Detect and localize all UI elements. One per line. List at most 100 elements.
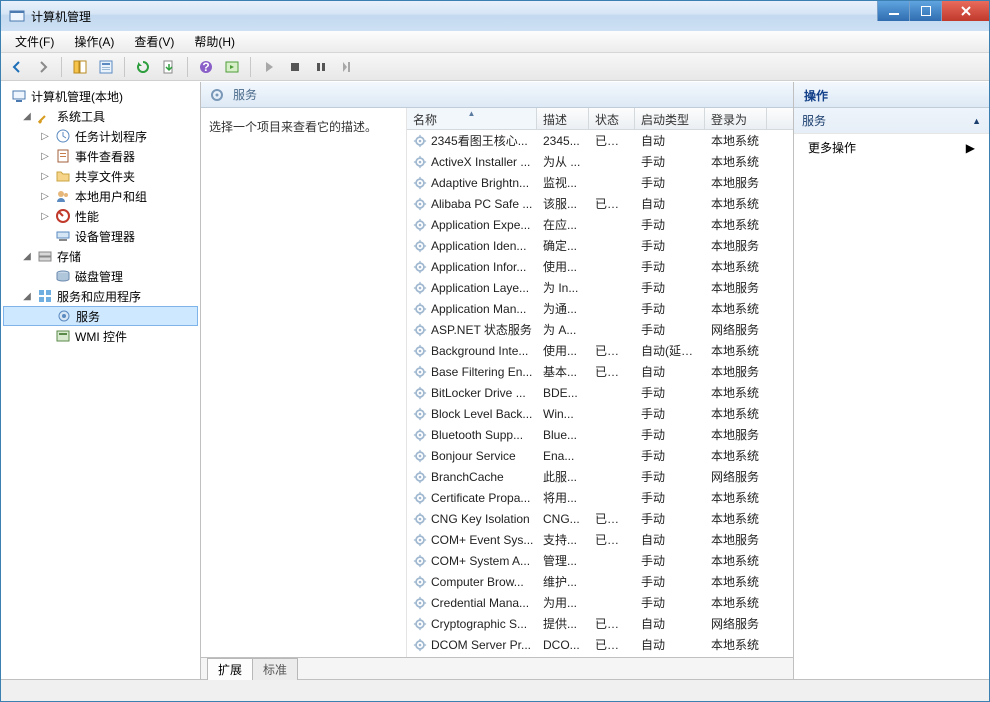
table-row[interactable]: CNG Key IsolationCNG...已启动手动本地系统	[407, 508, 793, 529]
table-row[interactable]: Application Iden...确定...手动本地服务	[407, 235, 793, 256]
table-row[interactable]: Computer Brow...维护...手动本地系统	[407, 571, 793, 592]
minimize-button[interactable]	[877, 1, 909, 21]
stop-service-button[interactable]	[283, 55, 307, 79]
close-button[interactable]	[941, 1, 989, 21]
tab-standard[interactable]: 标准	[252, 658, 298, 680]
expand-icon[interactable]: ▷	[39, 151, 51, 162]
table-row[interactable]: COM+ Event Sys...支持...已启动自动本地服务	[407, 529, 793, 550]
forward-button[interactable]	[31, 55, 55, 79]
cell-name: COM+ System A...	[407, 554, 537, 568]
table-row[interactable]: Block Level Back...Win...手动本地系统	[407, 403, 793, 424]
expand-icon[interactable]: ▷	[39, 131, 51, 142]
table-row[interactable]: Certificate Propa...将用...手动本地系统	[407, 487, 793, 508]
tree-local-users[interactable]: ▷ 本地用户和组	[3, 186, 198, 206]
tree-label: 共享文件夹	[75, 168, 135, 185]
table-row[interactable]: DCOM Server Pr...DCO...已启动自动本地系统	[407, 634, 793, 655]
tree-device-manager[interactable]: 设备管理器	[3, 226, 198, 246]
menu-view[interactable]: 查看(V)	[126, 31, 182, 52]
action-button[interactable]	[220, 55, 244, 79]
col-start[interactable]: 启动类型	[635, 108, 705, 129]
restart-service-button[interactable]	[335, 55, 359, 79]
pause-service-button[interactable]	[309, 55, 333, 79]
cell-desc: 将用...	[537, 489, 589, 506]
table-row[interactable]: Application Infor...使用...手动本地系统	[407, 256, 793, 277]
tree-wmi[interactable]: WMI 控件	[3, 326, 198, 346]
expand-icon[interactable]: ▷	[39, 211, 51, 222]
table-row[interactable]: BranchCache此服...手动网络服务	[407, 466, 793, 487]
center-pane: 服务 选择一个项目来查看它的描述。 ▲名称 描述 状态 启动类型 登录为 234…	[201, 82, 794, 679]
table-row[interactable]: Cryptographic S...提供...已启动自动网络服务	[407, 613, 793, 634]
clock-icon	[55, 128, 71, 144]
properties-button[interactable]	[94, 55, 118, 79]
table-row[interactable]: Credential Mana...为用...手动本地系统	[407, 592, 793, 613]
performance-icon	[55, 208, 71, 224]
table-row[interactable]: Application Expe...在应...手动本地系统	[407, 214, 793, 235]
table-row[interactable]: Adaptive Brightn...监视...手动本地服务	[407, 172, 793, 193]
computer-icon	[11, 88, 27, 104]
collapse-icon[interactable]: ▲	[972, 116, 981, 126]
cell-logon: 网络服务	[705, 468, 767, 485]
cell-logon: 本地系统	[705, 405, 767, 422]
cell-start: 自动(延迟...	[635, 342, 705, 359]
col-logon[interactable]: 登录为	[705, 108, 767, 129]
cell-name: Credential Mana...	[407, 596, 537, 610]
cell-start: 自动	[635, 615, 705, 632]
tab-extended[interactable]: 扩展	[207, 658, 253, 680]
table-row[interactable]: COM+ System A...管理...手动本地系统	[407, 550, 793, 571]
menu-file[interactable]: 文件(F)	[7, 31, 62, 52]
actions-section[interactable]: 服务 ▲	[794, 108, 989, 134]
tree-storage[interactable]: ◢ 存储	[3, 246, 198, 266]
tree-pane[interactable]: 计算机管理(本地) ◢ 系统工具 ▷ 任务计划程序 ▷ 事件查看器 ▷ 共享文件…	[1, 82, 201, 679]
help-button[interactable]: ?	[194, 55, 218, 79]
table-row[interactable]: BitLocker Drive ...BDE...手动本地系统	[407, 382, 793, 403]
maximize-button[interactable]	[909, 1, 941, 21]
cell-desc: 基本...	[537, 363, 589, 380]
collapse-icon[interactable]: ◢	[21, 111, 33, 122]
collapse-icon[interactable]: ◢	[21, 251, 33, 262]
table-row[interactable]: Base Filtering En...基本...已启动自动本地服务	[407, 361, 793, 382]
collapse-icon[interactable]: ◢	[21, 291, 33, 302]
export-button[interactable]	[157, 55, 181, 79]
tree-shared-folders[interactable]: ▷ 共享文件夹	[3, 166, 198, 186]
table-row[interactable]: Bonjour ServiceEna...手动本地系统	[407, 445, 793, 466]
table-row[interactable]: Bluetooth Supp...Blue...手动本地服务	[407, 424, 793, 445]
tree-label: 服务	[76, 308, 100, 325]
tree-task-scheduler[interactable]: ▷ 任务计划程序	[3, 126, 198, 146]
cell-name: Application Expe...	[407, 218, 537, 232]
tabs-footer: 扩展 标准	[201, 657, 793, 679]
expand-icon[interactable]: ▷	[39, 191, 51, 202]
tree-label: 设备管理器	[75, 228, 135, 245]
titlebar[interactable]: 计算机管理	[1, 1, 989, 31]
cell-logon: 本地系统	[705, 132, 767, 149]
table-row[interactable]: ActiveX Installer ...为从 ...手动本地系统	[407, 151, 793, 172]
menu-action[interactable]: 操作(A)	[66, 31, 122, 52]
menu-help[interactable]: 帮助(H)	[186, 31, 243, 52]
col-status[interactable]: 状态	[589, 108, 635, 129]
tree-event-viewer[interactable]: ▷ 事件查看器	[3, 146, 198, 166]
cell-desc: Ena...	[537, 449, 589, 463]
tree-services-apps[interactable]: ◢ 服务和应用程序	[3, 286, 198, 306]
actions-more[interactable]: 更多操作 ▶	[794, 134, 989, 161]
tree-system-tools[interactable]: ◢ 系统工具	[3, 106, 198, 126]
refresh-button[interactable]	[131, 55, 155, 79]
list-body[interactable]: 2345看图王核心...2345...已启动自动本地系统ActiveX Inst…	[407, 130, 793, 657]
tree-disk-management[interactable]: 磁盘管理	[3, 266, 198, 286]
table-row[interactable]: Application Laye...为 In...手动本地服务	[407, 277, 793, 298]
col-desc[interactable]: 描述	[537, 108, 589, 129]
table-row[interactable]: Background Inte...使用...已启动自动(延迟...本地系统	[407, 340, 793, 361]
table-row[interactable]: Application Man...为通...手动本地系统	[407, 298, 793, 319]
expand-icon[interactable]: ▷	[39, 171, 51, 182]
tree-services[interactable]: 服务	[3, 306, 198, 326]
col-name[interactable]: ▲名称	[407, 108, 537, 129]
tree-performance[interactable]: ▷ 性能	[3, 206, 198, 226]
tree-root[interactable]: 计算机管理(本地)	[3, 86, 198, 106]
show-hide-tree-button[interactable]	[68, 55, 92, 79]
cell-name: Certificate Propa...	[407, 491, 537, 505]
back-button[interactable]	[5, 55, 29, 79]
table-row[interactable]: ASP.NET 状态服务为 A...手动网络服务	[407, 319, 793, 340]
table-row[interactable]: 2345看图王核心...2345...已启动自动本地系统	[407, 130, 793, 151]
table-row[interactable]: Alibaba PC Safe ...该服...已启动自动本地系统	[407, 193, 793, 214]
list-header: ▲名称 描述 状态 启动类型 登录为	[407, 108, 793, 130]
start-service-button[interactable]	[257, 55, 281, 79]
cell-name: Application Infor...	[407, 260, 537, 274]
